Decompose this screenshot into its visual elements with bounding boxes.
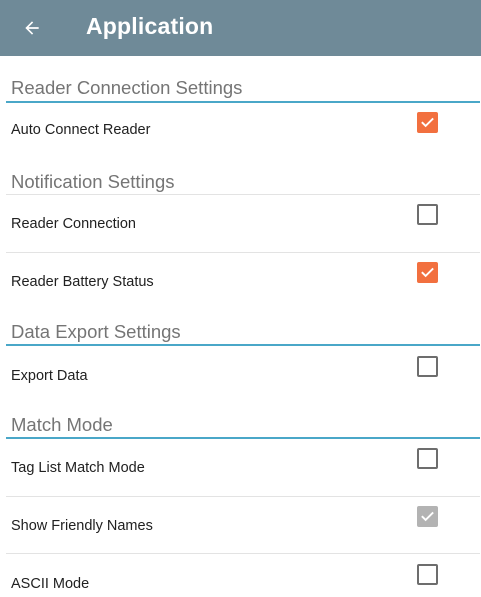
section-header-notification: Notification Settings xyxy=(11,171,175,192)
ascii-mode-checkbox[interactable] xyxy=(417,564,438,585)
check-icon xyxy=(421,511,434,522)
setting-label-reader-battery-status: Reader Battery Status xyxy=(11,274,154,290)
application-settings-screen: Application Reader Connection Settings A… xyxy=(0,0,481,597)
section-header-match-mode: Match Mode xyxy=(11,414,113,435)
page-title: Application xyxy=(86,13,214,39)
setting-label-show-friendly-names: Show Friendly Names xyxy=(11,518,153,534)
setting-label-auto-connect-reader: Auto Connect Reader xyxy=(11,122,151,138)
tag-list-match-mode-checkbox[interactable] xyxy=(417,448,438,469)
reader-battery-status-checkbox[interactable] xyxy=(417,262,438,283)
app-bar: Application xyxy=(0,0,481,56)
check-icon xyxy=(421,267,434,278)
section-header-reader-connection: Reader Connection Settings xyxy=(11,77,243,98)
section-divider xyxy=(6,344,480,346)
setting-label-export-data: Export Data xyxy=(11,368,88,384)
setting-label-tag-list-match-mode: Tag List Match Mode xyxy=(11,460,145,476)
divider xyxy=(6,496,480,497)
setting-label-ascii-mode: ASCII Mode xyxy=(11,576,90,592)
show-friendly-names-checkbox[interactable] xyxy=(417,506,438,527)
arrow-left-icon xyxy=(25,21,39,35)
reader-connection-checkbox[interactable] xyxy=(417,204,438,225)
export-data-checkbox[interactable] xyxy=(417,356,438,377)
divider xyxy=(6,252,480,253)
back-button[interactable] xyxy=(18,14,46,42)
section-divider xyxy=(6,437,480,439)
divider xyxy=(6,194,480,195)
section-divider xyxy=(6,101,480,103)
section-header-data-export: Data Export Settings xyxy=(11,321,181,342)
check-icon xyxy=(421,117,434,128)
setting-label-reader-connection: Reader Connection xyxy=(11,216,136,232)
divider xyxy=(6,553,480,554)
auto-connect-reader-checkbox[interactable] xyxy=(417,112,438,133)
